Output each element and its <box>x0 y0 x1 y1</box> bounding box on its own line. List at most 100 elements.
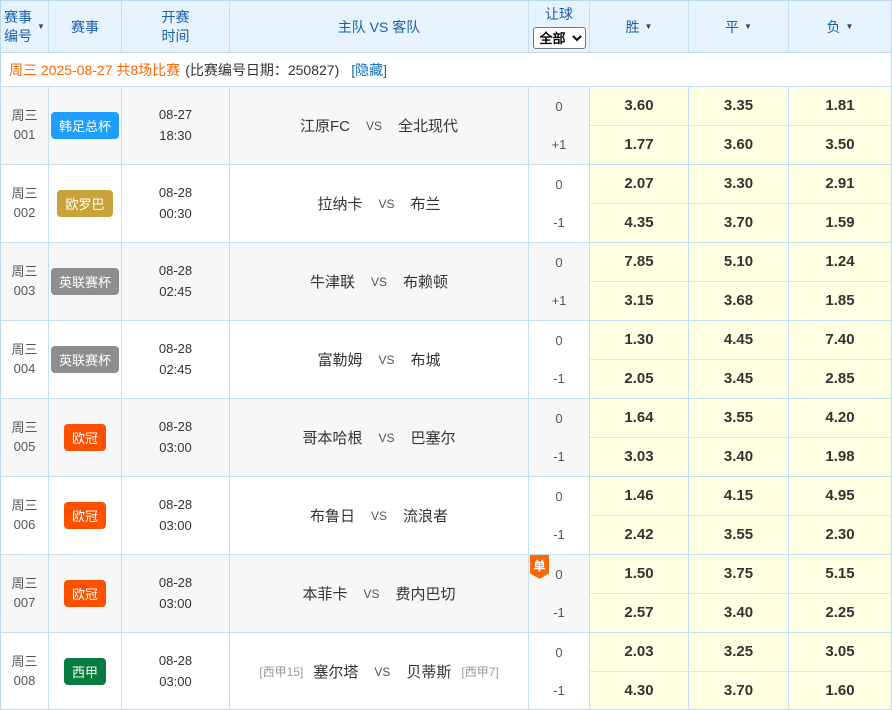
hide-link[interactable]: [隐藏] <box>351 60 387 80</box>
odds-win-row2[interactable]: 2.57 <box>590 594 689 633</box>
odds-draw-row1[interactable]: 4.45 <box>689 321 789 360</box>
teams-cell: 江原FC VS 全北现代 <box>230 87 529 164</box>
odds-win-row2[interactable]: 3.15 <box>590 282 689 321</box>
odds-draw-row2[interactable]: 3.60 <box>689 126 789 165</box>
odds-lose-row2[interactable]: 1.98 <box>789 438 891 477</box>
time-cell: 08-28 03:00 <box>122 477 230 554</box>
odds-draw-row1[interactable]: 4.15 <box>689 477 789 516</box>
header-start-time-label: 开赛 时间 <box>162 8 190 46</box>
odds-value: 1.59 <box>825 214 854 231</box>
match-number: 007 <box>14 594 36 613</box>
odds-lose-row2[interactable]: 1.59 <box>789 204 891 243</box>
odds-win-row2[interactable]: 4.30 <box>590 672 689 710</box>
odds-win-row1[interactable]: 3.60 <box>590 87 689 126</box>
sort-down-icon: ▼ <box>744 22 752 31</box>
odds-lose-row1[interactable]: 1.24 <box>789 243 891 282</box>
handicap-value: +1 <box>552 137 567 152</box>
header-win[interactable]: 胜 ▼ <box>590 1 689 52</box>
handicap-value: 0 <box>555 255 562 270</box>
odds-lose-row1[interactable]: 5.15 <box>789 555 891 594</box>
odds-draw-row1[interactable]: 3.30 <box>689 165 789 204</box>
away-team: 流浪者 <box>403 505 448 526</box>
odds-draw-row1[interactable]: 3.55 <box>689 399 789 438</box>
odds-win-row1[interactable]: 7.85 <box>590 243 689 282</box>
header-match-no[interactable]: 赛事 编号 ▼ <box>1 1 49 52</box>
handicap-cell-row2: -1 <box>529 204 590 243</box>
odds-win-row1[interactable]: 1.50 <box>590 555 689 594</box>
odds-win-row1[interactable]: 1.30 <box>590 321 689 360</box>
odds-draw-row2[interactable]: 3.40 <box>689 438 789 477</box>
date-bar-highlight: 周三 2025-08-27 共8场比赛 <box>9 60 180 80</box>
odds-value: 3.35 <box>724 97 753 114</box>
odds-win-row1[interactable]: 2.03 <box>590 633 689 672</box>
odds-value: 1.85 <box>825 292 854 309</box>
odds-lose-row1[interactable]: 3.05 <box>789 633 891 672</box>
header-league: 赛事 <box>49 1 122 52</box>
odds-draw-row2[interactable]: 3.68 <box>689 282 789 321</box>
odds-lose-row1[interactable]: 4.20 <box>789 399 891 438</box>
odds-win-row1[interactable]: 2.07 <box>590 165 689 204</box>
odds-lose-row2[interactable]: 2.25 <box>789 594 891 633</box>
odds-lose-row1[interactable]: 1.81 <box>789 87 891 126</box>
odds-draw-row2[interactable]: 3.70 <box>689 672 789 710</box>
odds-win-row2[interactable]: 3.03 <box>590 438 689 477</box>
odds-value: 3.25 <box>724 643 753 660</box>
league-badge: 欧罗巴 <box>57 190 112 217</box>
match-day: 周三 <box>11 653 37 672</box>
odds-lose-row2[interactable]: 2.30 <box>789 516 891 555</box>
handicap-value: 0 <box>555 333 562 348</box>
header-draw[interactable]: 平 ▼ <box>689 1 789 52</box>
home-team: 布鲁日 <box>310 505 355 526</box>
away-team: 布城 <box>411 349 441 370</box>
odds-value: 3.30 <box>724 175 753 192</box>
handicap-value: 0 <box>555 567 562 582</box>
odds-win-row2[interactable]: 2.42 <box>590 516 689 555</box>
odds-table: 赛事 编号 ▼ 赛事 开赛 时间 主队 VS 客队 让球 全部 胜 ▼ 平 ▼ … <box>0 0 892 710</box>
single-badge: 单 <box>530 555 549 579</box>
home-team: 塞尔塔 <box>313 661 358 682</box>
odds-win-row2[interactable]: 2.05 <box>590 360 689 399</box>
odds-lose-row2[interactable]: 2.85 <box>789 360 891 399</box>
header-teams: 主队 VS 客队 <box>230 1 529 52</box>
match-time: 00:30 <box>159 204 192 224</box>
header-match-no-label: 赛事 编号 <box>4 8 32 46</box>
odds-draw-row1[interactable]: 5.10 <box>689 243 789 282</box>
time-cell: 08-28 00:30 <box>122 165 230 242</box>
handicap-filter-select[interactable]: 全部 <box>533 27 586 49</box>
odds-lose-row1[interactable]: 2.91 <box>789 165 891 204</box>
teams-cell: 牛津联 VS 布赖顿 <box>230 243 529 320</box>
odds-draw-row2[interactable]: 3.70 <box>689 204 789 243</box>
odds-value: 3.60 <box>624 97 653 114</box>
odds-value: 3.15 <box>624 292 653 309</box>
teams-cell: 布鲁日 VS 流浪者 <box>230 477 529 554</box>
odds-win-row2[interactable]: 1.77 <box>590 126 689 165</box>
odds-lose-row1[interactable]: 4.95 <box>789 477 891 516</box>
league-cell: 欧罗巴 <box>49 165 122 242</box>
odds-draw-row1[interactable]: 3.35 <box>689 87 789 126</box>
odds-value: 3.03 <box>624 448 653 465</box>
handicap-cell-row2: -1 <box>529 360 590 399</box>
sort-down-icon: ▼ <box>846 22 854 31</box>
odds-lose-row2[interactable]: 1.85 <box>789 282 891 321</box>
odds-win-row2[interactable]: 4.35 <box>590 204 689 243</box>
vs-label: VS <box>378 431 394 445</box>
match-date: 08-28 <box>159 339 192 359</box>
odds-lose-row2[interactable]: 1.60 <box>789 672 891 710</box>
match-row: 周三 003 英联赛杯 08-28 02:45 牛津联 VS 布赖顿 单 0 7… <box>1 243 891 321</box>
match-day: 周三 <box>11 107 37 126</box>
odds-value: 4.15 <box>724 487 753 504</box>
odds-draw-row2[interactable]: 3.40 <box>689 594 789 633</box>
header-lose[interactable]: 负 ▼ <box>789 1 891 52</box>
odds-lose-row2[interactable]: 3.50 <box>789 126 891 165</box>
odds-win-row1[interactable]: 1.46 <box>590 477 689 516</box>
home-team: 富勒姆 <box>317 349 362 370</box>
home-team: 本菲卡 <box>302 583 347 604</box>
odds-draw-row2[interactable]: 3.55 <box>689 516 789 555</box>
handicap-value: -1 <box>553 683 565 698</box>
odds-win-row1[interactable]: 1.64 <box>590 399 689 438</box>
odds-draw-row1[interactable]: 3.75 <box>689 555 789 594</box>
odds-draw-row1[interactable]: 3.25 <box>689 633 789 672</box>
odds-draw-row2[interactable]: 3.45 <box>689 360 789 399</box>
odds-lose-row1[interactable]: 7.40 <box>789 321 891 360</box>
header-teams-label: 主队 VS 客队 <box>338 17 420 37</box>
